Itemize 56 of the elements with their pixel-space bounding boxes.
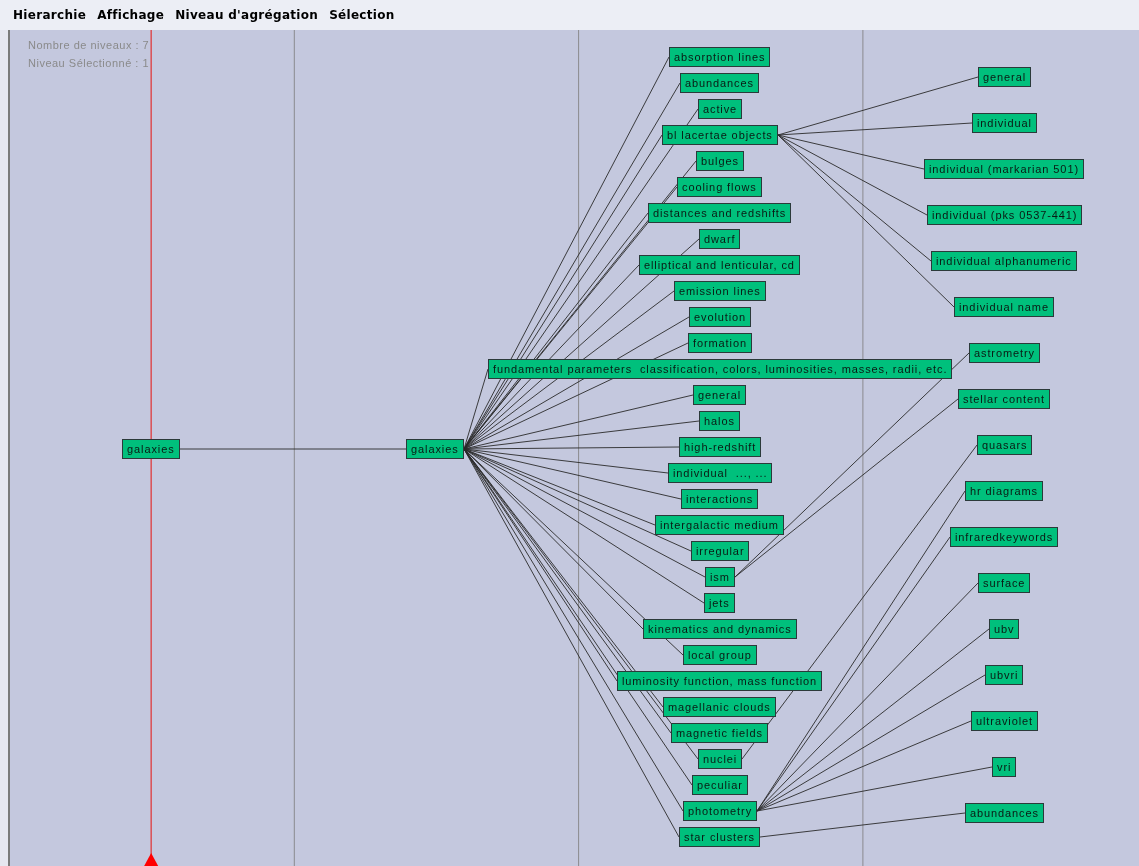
tree-node[interactable]: distances and redshifts — [648, 203, 792, 223]
tree-node[interactable]: magellanic clouds — [663, 697, 776, 717]
tree-node[interactable]: general — [693, 385, 746, 405]
tree-node[interactable]: formation — [688, 333, 752, 353]
tree-node[interactable]: quasars — [977, 435, 1033, 455]
tree-node[interactable]: nuclei — [698, 749, 743, 769]
tree-node[interactable]: individual alphanumeric — [931, 251, 1077, 271]
tree-node[interactable]: emission lines — [674, 281, 766, 301]
info-text: Nombre de niveaux : 7 — [28, 39, 150, 51]
tree-node[interactable]: abundances — [680, 73, 759, 93]
tree-node[interactable]: luminosity function, mass function — [617, 671, 823, 691]
tree-node[interactable]: fundamental parameters classification, colors, luminosities, masses, radii, etc. — [488, 359, 953, 379]
tree-node[interactable]: individual (markarian 501) — [924, 159, 1084, 179]
tree-node[interactable]: halos — [699, 411, 740, 431]
tree-node[interactable]: galaxies — [406, 439, 464, 459]
tree-node[interactable]: kinematics and dynamics — [643, 619, 797, 639]
menu-item[interactable]: Affichage — [97, 8, 165, 22]
tree-node[interactable]: ubv — [989, 619, 1020, 639]
tree-node[interactable]: individual — [972, 113, 1037, 133]
tree-node[interactable]: individual (pks 0537-441) — [927, 205, 1083, 225]
tree-node[interactable]: elliptical and lenticular, cd — [639, 255, 800, 275]
tree-node[interactable]: ubvri — [985, 665, 1024, 685]
menu-item[interactable]: Sélection — [329, 8, 395, 22]
tree-node[interactable]: stellar content — [958, 389, 1050, 409]
tree-node[interactable]: general — [978, 67, 1031, 87]
tree-node[interactable]: ultraviolet — [971, 711, 1038, 731]
tree-node[interactable]: star clusters — [679, 827, 760, 847]
tree-node[interactable]: intergalactic medium — [655, 515, 784, 535]
tree-node[interactable]: irregular — [691, 541, 750, 561]
tree-node[interactable]: vri — [992, 757, 1017, 777]
tree-node[interactable]: high-redshift — [679, 437, 762, 457]
menu-item[interactable]: Hierarchie — [13, 8, 87, 22]
tree-node[interactable]: peculiar — [692, 775, 748, 795]
tree-node[interactable]: astrometry — [969, 343, 1040, 363]
tree-node[interactable]: ism — [705, 567, 735, 587]
tree-node[interactable]: active — [698, 99, 743, 119]
tree-node[interactable]: interactions — [681, 489, 759, 509]
tree-node[interactable]: individual name — [954, 297, 1054, 317]
tree-node[interactable]: galaxies — [122, 439, 180, 459]
tree-node[interactable]: infraredkeywords — [950, 527, 1059, 547]
tree-node[interactable]: photometry — [683, 801, 758, 821]
tree-node[interactable]: bulges — [696, 151, 744, 171]
tree-node[interactable]: magnetic fields — [671, 723, 768, 743]
tree-node[interactable]: abundances — [965, 803, 1044, 823]
tree-node[interactable]: hr diagrams — [965, 481, 1043, 501]
tree-node[interactable]: dwarf — [699, 229, 741, 249]
tree-node[interactable]: bl lacertae objects — [662, 125, 778, 145]
tree-node[interactable]: surface — [978, 573, 1031, 593]
tree-node[interactable]: jets — [704, 593, 735, 613]
info-text: Niveau Sélectionné : 1 — [28, 57, 150, 69]
tree-node[interactable]: cooling flows — [677, 177, 762, 197]
menu-item[interactable]: Niveau d'agrégation — [175, 8, 319, 22]
tree-node[interactable]: individual ..., ... — [668, 463, 773, 483]
tree-node[interactable]: evolution — [689, 307, 752, 327]
tree-node[interactable]: absorption lines — [669, 47, 771, 67]
tree-node[interactable]: local group — [683, 645, 757, 665]
